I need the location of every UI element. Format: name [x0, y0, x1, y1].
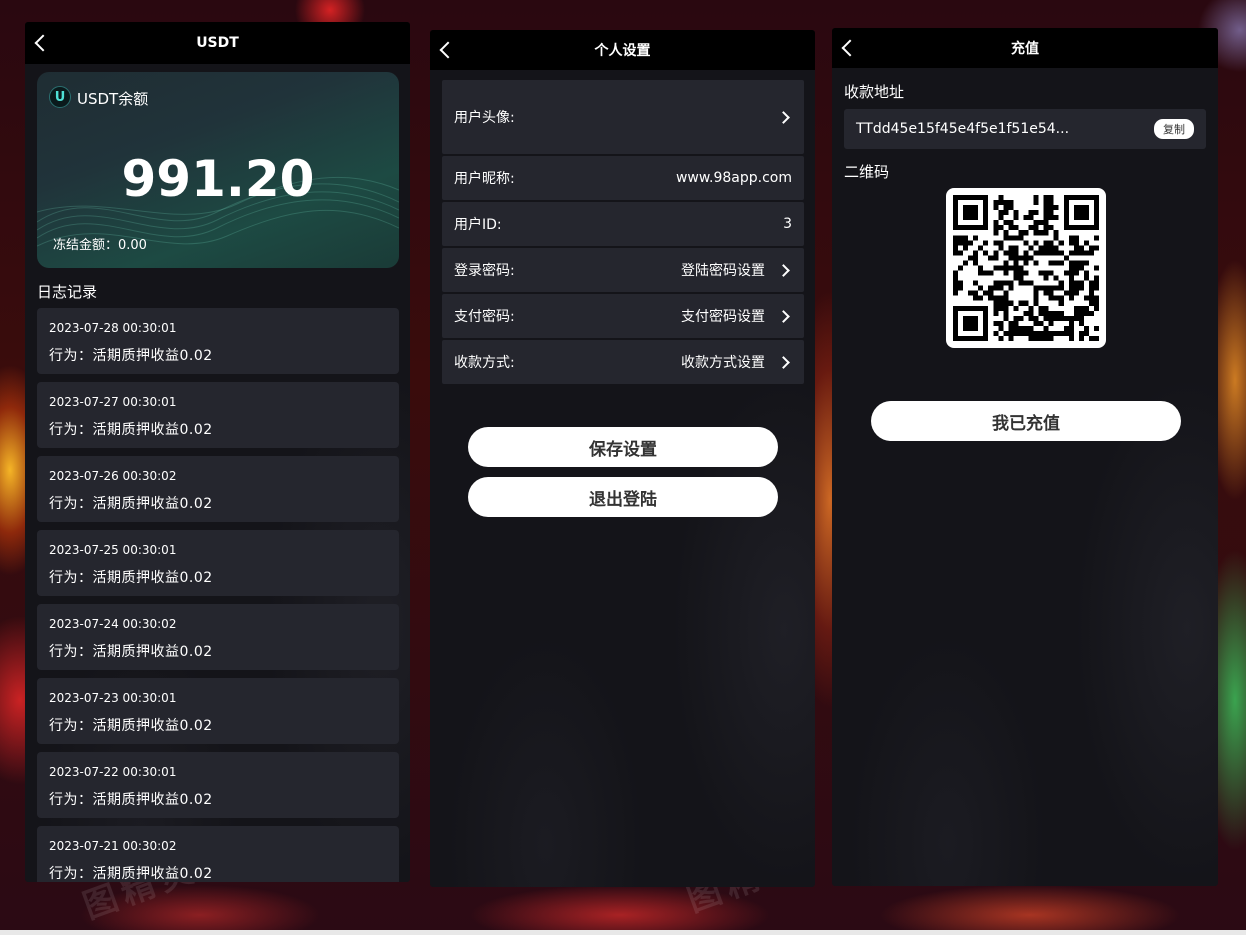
log-action: 行为：活期质押收益0.02	[49, 866, 213, 882]
log-list: 2023-07-28 00:30:01 行为：活期质押收益0.02 2023-07…	[37, 308, 399, 882]
copy-button[interactable]: 复制	[1154, 119, 1194, 139]
setting-label: 登录密码:	[454, 263, 515, 279]
settings-panel: 个人设置 用户头像: 用户昵称: www.98app.com 用户ID: 3 登…	[430, 30, 815, 887]
page-title: 个人设置	[594, 43, 651, 59]
log-action: 行为：活期质押收益0.02	[49, 496, 213, 512]
setting-value: 收款方式设置	[681, 355, 765, 371]
settings-list: 用户头像: 用户昵称: www.98app.com 用户ID: 3 登录密码: …	[442, 80, 804, 386]
log-item[interactable]: 2023-07-27 00:30:01 行为：活期质押收益0.02	[37, 382, 399, 448]
page-title: 充值	[1011, 41, 1039, 57]
log-action: 行为：活期质押收益0.02	[49, 792, 213, 808]
log-item[interactable]: 2023-07-24 00:30:02 行为：活期质押收益0.02	[37, 604, 399, 670]
log-time: 2023-07-24 00:30:02	[49, 617, 177, 631]
setting-row-login-password[interactable]: 登录密码: 登陆密码设置	[442, 248, 804, 292]
log-item[interactable]: 2023-07-25 00:30:01 行为：活期质押收益0.02	[37, 530, 399, 596]
page-title: USDT	[196, 35, 239, 51]
log-item[interactable]: 2023-07-26 00:30:02 行为：活期质押收益0.02	[37, 456, 399, 522]
log-action: 行为：活期质押收益0.02	[49, 422, 213, 438]
setting-value: 登陆密码设置	[681, 263, 765, 279]
log-time: 2023-07-23 00:30:01	[49, 691, 177, 705]
wallet-address: TTdd45e15f45e4f5e1f51e54...	[856, 121, 1070, 137]
setting-label: 用户ID:	[454, 217, 502, 233]
frozen-amount: 冻结金额：0.00	[53, 238, 147, 253]
setting-row-payment-method[interactable]: 收款方式: 收款方式设置	[442, 340, 804, 384]
setting-label: 支付密码:	[454, 309, 515, 325]
save-button[interactable]: 保存设置	[468, 427, 778, 467]
log-time: 2023-07-22 00:30:01	[49, 765, 177, 779]
usdt-panel: USDT U USDT余额 991.20 冻结金额：0.00 日志记录 2023…	[25, 22, 410, 882]
log-action: 行为：活期质押收益0.02	[49, 644, 213, 660]
setting-value: 支付密码设置	[681, 309, 765, 325]
recharge-header: 充值	[832, 28, 1218, 68]
recharge-panel: 充值 收款地址 TTdd45e15f45e4f5e1f51e54... 复制 二…	[832, 28, 1218, 886]
log-time: 2023-07-21 00:30:02	[49, 839, 177, 853]
back-arrow-icon[interactable]	[34, 34, 52, 52]
setting-label: 用户昵称:	[454, 171, 515, 187]
usdt-header: USDT	[25, 22, 410, 64]
setting-row-user-id: 用户ID: 3	[442, 202, 804, 246]
log-item[interactable]: 2023-07-23 00:30:01 行为：活期质押收益0.02	[37, 678, 399, 744]
chevron-right-icon	[777, 309, 790, 323]
log-item[interactable]: 2023-07-21 00:30:02 行为：活期质押收益0.02	[37, 826, 399, 882]
bottom-strip	[0, 930, 1246, 935]
balance-card: U USDT余额 991.20 冻结金额：0.00	[37, 72, 399, 268]
confirm-recharge-button[interactable]: 我已充值	[871, 401, 1181, 441]
setting-label: 用户头像:	[454, 110, 515, 126]
address-box: TTdd45e15f45e4f5e1f51e54... 复制	[844, 109, 1206, 149]
back-arrow-icon[interactable]	[439, 41, 457, 59]
log-item[interactable]: 2023-07-22 00:30:01 行为：活期质押收益0.02	[37, 752, 399, 818]
qr-label: 二维码	[844, 163, 890, 181]
setting-row-nickname[interactable]: 用户昵称: www.98app.com	[442, 156, 804, 200]
balance-value: 991.20	[121, 150, 315, 208]
log-time: 2023-07-26 00:30:02	[49, 469, 177, 483]
balance-label: USDT余额	[77, 90, 149, 108]
log-title: 日志记录	[37, 283, 98, 301]
chevron-right-icon	[777, 355, 790, 369]
setting-value: www.98app.com	[675, 170, 792, 186]
chevron-right-icon	[777, 110, 790, 124]
back-arrow-icon[interactable]	[841, 39, 859, 57]
qr-code-icon	[946, 188, 1106, 348]
log-time: 2023-07-28 00:30:01	[49, 321, 177, 335]
setting-row-pay-password[interactable]: 支付密码: 支付密码设置	[442, 294, 804, 338]
log-time: 2023-07-27 00:30:01	[49, 395, 177, 409]
address-label: 收款地址	[844, 83, 905, 101]
qr-code-graphic	[953, 195, 1099, 341]
chevron-right-icon	[777, 263, 790, 277]
log-action: 行为：活期质押收益0.02	[49, 718, 213, 734]
log-time: 2023-07-25 00:30:01	[49, 543, 177, 557]
setting-row-avatar[interactable]: 用户头像:	[442, 80, 804, 154]
log-item[interactable]: 2023-07-28 00:30:01 行为：活期质押收益0.02	[37, 308, 399, 374]
log-action: 行为：活期质押收益0.02	[49, 348, 213, 364]
setting-value: 3	[783, 216, 792, 232]
usdt-coin-icon: U	[49, 86, 71, 108]
log-action: 行为：活期质押收益0.02	[49, 570, 213, 586]
logout-button[interactable]: 退出登陆	[468, 477, 778, 517]
settings-header: 个人设置	[430, 30, 815, 70]
setting-label: 收款方式:	[454, 355, 515, 371]
